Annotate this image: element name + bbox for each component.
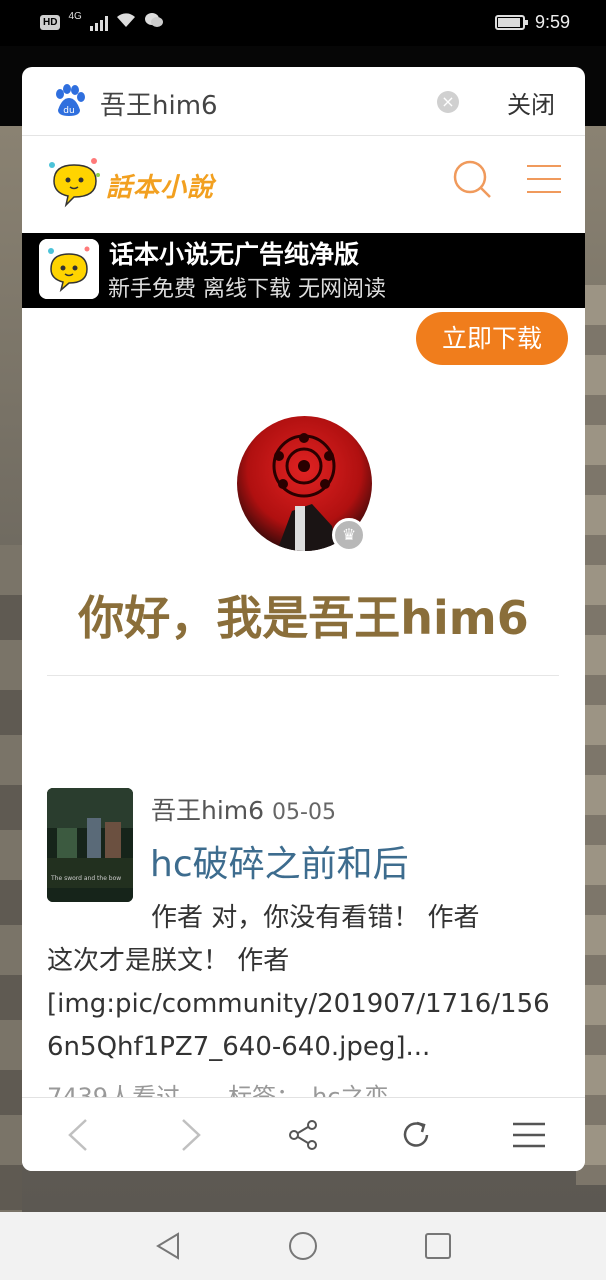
background-strip-left	[0, 545, 22, 1245]
svg-text:du: du	[63, 106, 74, 116]
app-icon	[39, 239, 99, 299]
baidu-paw-icon: du	[56, 84, 85, 116]
promo-banner[interactable]: 话本小说无广告纯净版 新手免费 离线下载 无网阅读	[22, 233, 585, 308]
post-author[interactable]: 吾王him6	[151, 796, 264, 825]
site-header: 話本小說	[22, 137, 585, 232]
hd-badge: HD	[40, 15, 61, 30]
logo-text[interactable]: 話本小說	[106, 167, 214, 204]
excerpt-line: 作者 对，你没有看错！ 作者	[151, 903, 480, 933]
refresh-icon[interactable]	[391, 1110, 441, 1160]
status-bar: HD 4G 9:59	[0, 0, 606, 46]
search-query[interactable]: 吾王him6	[100, 85, 218, 122]
excerpt-line: [img:pic/community/201907/1716/156	[47, 989, 550, 1019]
divider	[47, 675, 559, 676]
post-meta: 吾王him6 05-05	[151, 791, 336, 827]
browser-card: du 吾王him6 × 关闭 話本小說 话本小说无广告纯净版 新手免费 离线下载…	[22, 67, 585, 1171]
profile-greeting: 你好，我是吾王him6	[78, 591, 529, 645]
nav-back-icon[interactable]	[152, 1230, 184, 1262]
thumb-caption: The sword and the bow	[50, 875, 121, 882]
post-excerpt: 作者 对，你没有看错！ 作者 这次才是朕文！ 作者 [img:pic/commu…	[47, 897, 583, 1069]
signal-icon	[89, 15, 108, 31]
promo-title: 话本小说无广告纯净版	[109, 240, 360, 269]
clock: 9:59	[534, 12, 570, 32]
close-button[interactable]: 关闭	[507, 85, 555, 120]
excerpt-line: 这次才是朕文！ 作者	[47, 946, 290, 976]
network-type: 4G	[68, 11, 82, 22]
browser-toolbar	[22, 1097, 585, 1171]
wechat-icon	[144, 12, 164, 33]
post-thumbnail[interactable]: The sword and the bow	[47, 788, 133, 902]
crown-icon: ♛	[332, 518, 366, 552]
back-icon[interactable]	[53, 1110, 103, 1160]
system-nav-bar	[0, 1212, 606, 1280]
excerpt-line: 6n5Qhf1PZ7_640-640.jpeg]...	[47, 1032, 431, 1062]
search-bar[interactable]: du 吾王him6 × 关闭	[22, 67, 585, 136]
menu-icon[interactable]	[504, 1110, 554, 1160]
nav-home-icon[interactable]	[287, 1230, 319, 1262]
download-button[interactable]: 立即下载	[416, 312, 568, 365]
search-icon[interactable]	[452, 159, 492, 199]
wifi-icon	[116, 12, 136, 33]
forward-icon[interactable]	[166, 1110, 216, 1160]
hamburger-menu-icon[interactable]	[527, 165, 561, 195]
promo-subtitle: 新手免费 离线下载 无网阅读	[108, 277, 386, 302]
battery-icon	[494, 15, 528, 30]
share-icon[interactable]	[278, 1110, 328, 1160]
nav-recents-icon[interactable]	[422, 1230, 454, 1262]
clear-icon[interactable]: ×	[437, 91, 459, 113]
logo-mascot-icon[interactable]	[44, 155, 104, 209]
post-date: 05-05	[272, 800, 336, 825]
post-title[interactable]: hc破碎之前和后	[150, 835, 409, 887]
avatar-wrapper[interactable]: ♛	[237, 416, 372, 552]
